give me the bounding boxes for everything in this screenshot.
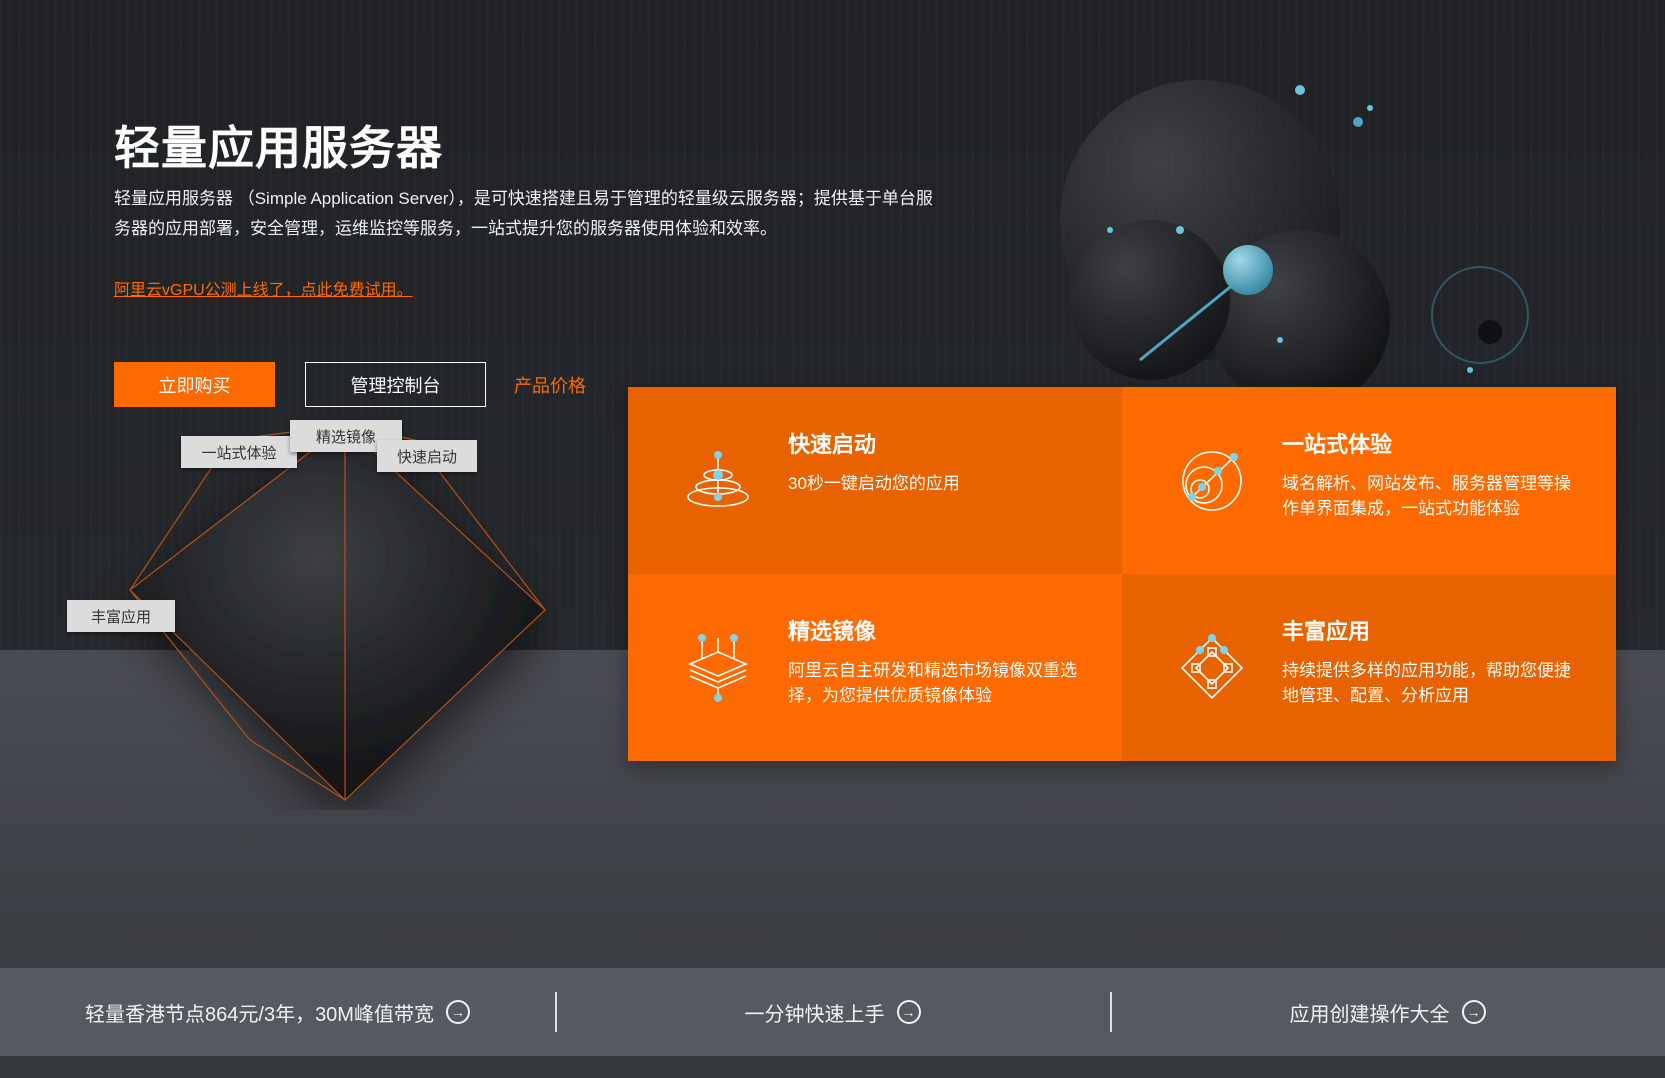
feature-title: 快速启动 — [788, 432, 877, 457]
product-price-link[interactable]: 产品价格 — [514, 372, 586, 398]
feature-card-images: 精选镜像 阿里云自主研发和精选市场镜像双重选择，为您提供优质镜像体验 — [628, 574, 1122, 761]
stack-layers-icon — [687, 451, 749, 507]
quick-link-label: 应用创建操作大全 — [1289, 1003, 1450, 1026]
product-description: 轻量应用服务器 （Simple Application Server），是可快速… — [114, 189, 933, 238]
feature-card-quick-start: 快速启动 30秒一键启动您的应用 — [628, 387, 1122, 574]
hk-node-promo-link[interactable]: 轻量香港节点864元/3年，30M峰值带宽 → — [0, 998, 555, 1027]
feature-title: 精选镜像 — [788, 619, 877, 644]
footer-strip — [0, 1056, 1665, 1078]
feature-description: 持续提供多样的应用功能，帮助您便捷地管理、配置、分析应用 — [1282, 661, 1571, 705]
page-title: 轻量应用服务器 — [114, 122, 443, 174]
quick-link-label: 轻量香港节点864元/3年，30M峰值带宽 — [85, 1003, 434, 1026]
vgpu-promo-link[interactable]: 阿里云vGPU公测上线了，点此免费试用。 — [114, 276, 413, 300]
app-creation-guide-link[interactable]: 应用创建操作大全 → — [1110, 991, 1665, 1032]
tag-quick-start: 快速启动 — [377, 440, 477, 472]
layered-image-icon — [687, 634, 749, 702]
tag-one-stop: 一站式体验 — [181, 436, 297, 468]
quick-links-bar: 轻量香港节点864元/3年，30M峰值带宽 → 一分钟快速上手 → 应用创建操作… — [0, 968, 1665, 1056]
feature-description: 域名解析、网站发布、服务器管理等操作单界面集成，一站式功能体验 — [1282, 474, 1571, 518]
arrow-circle-icon: → — [896, 1000, 921, 1024]
spheres-illustration — [1060, 80, 1529, 390]
feature-description: 阿里云自主研发和精选市场镜像双重选择，为您提供优质镜像体验 — [788, 661, 1077, 705]
feature-grid: 快速启动 30秒一键启动您的应用 一站式体验 域名解析、网站发布、服务器管理等操… — [628, 387, 1616, 761]
arrow-circle-icon: → — [1461, 1000, 1486, 1024]
orbit-nodes-icon — [1182, 451, 1242, 511]
feature-card-one-stop: 一站式体验 域名解析、网站发布、服务器管理等操作单界面集成，一站式功能体验 — [1122, 387, 1616, 574]
management-console-button[interactable]: 管理控制台 — [305, 362, 486, 407]
feature-title: 丰富应用 — [1282, 619, 1371, 644]
quick-link-label: 一分钟快速上手 — [744, 1003, 885, 1026]
arrow-circle-icon: → — [445, 1000, 470, 1024]
diamond-network-icon — [1180, 634, 1244, 700]
buy-now-button[interactable]: 立即购买 — [114, 362, 275, 407]
feature-card-rich-apps: 丰富应用 持续提供多样的应用功能，帮助您便捷地管理、配置、分析应用 — [1122, 574, 1616, 761]
quick-start-guide-link[interactable]: 一分钟快速上手 → — [555, 991, 1110, 1032]
tag-rich-apps: 丰富应用 — [67, 600, 175, 632]
feature-description: 30秒一键启动您的应用 — [788, 474, 960, 493]
feature-title: 一站式体验 — [1282, 432, 1393, 457]
